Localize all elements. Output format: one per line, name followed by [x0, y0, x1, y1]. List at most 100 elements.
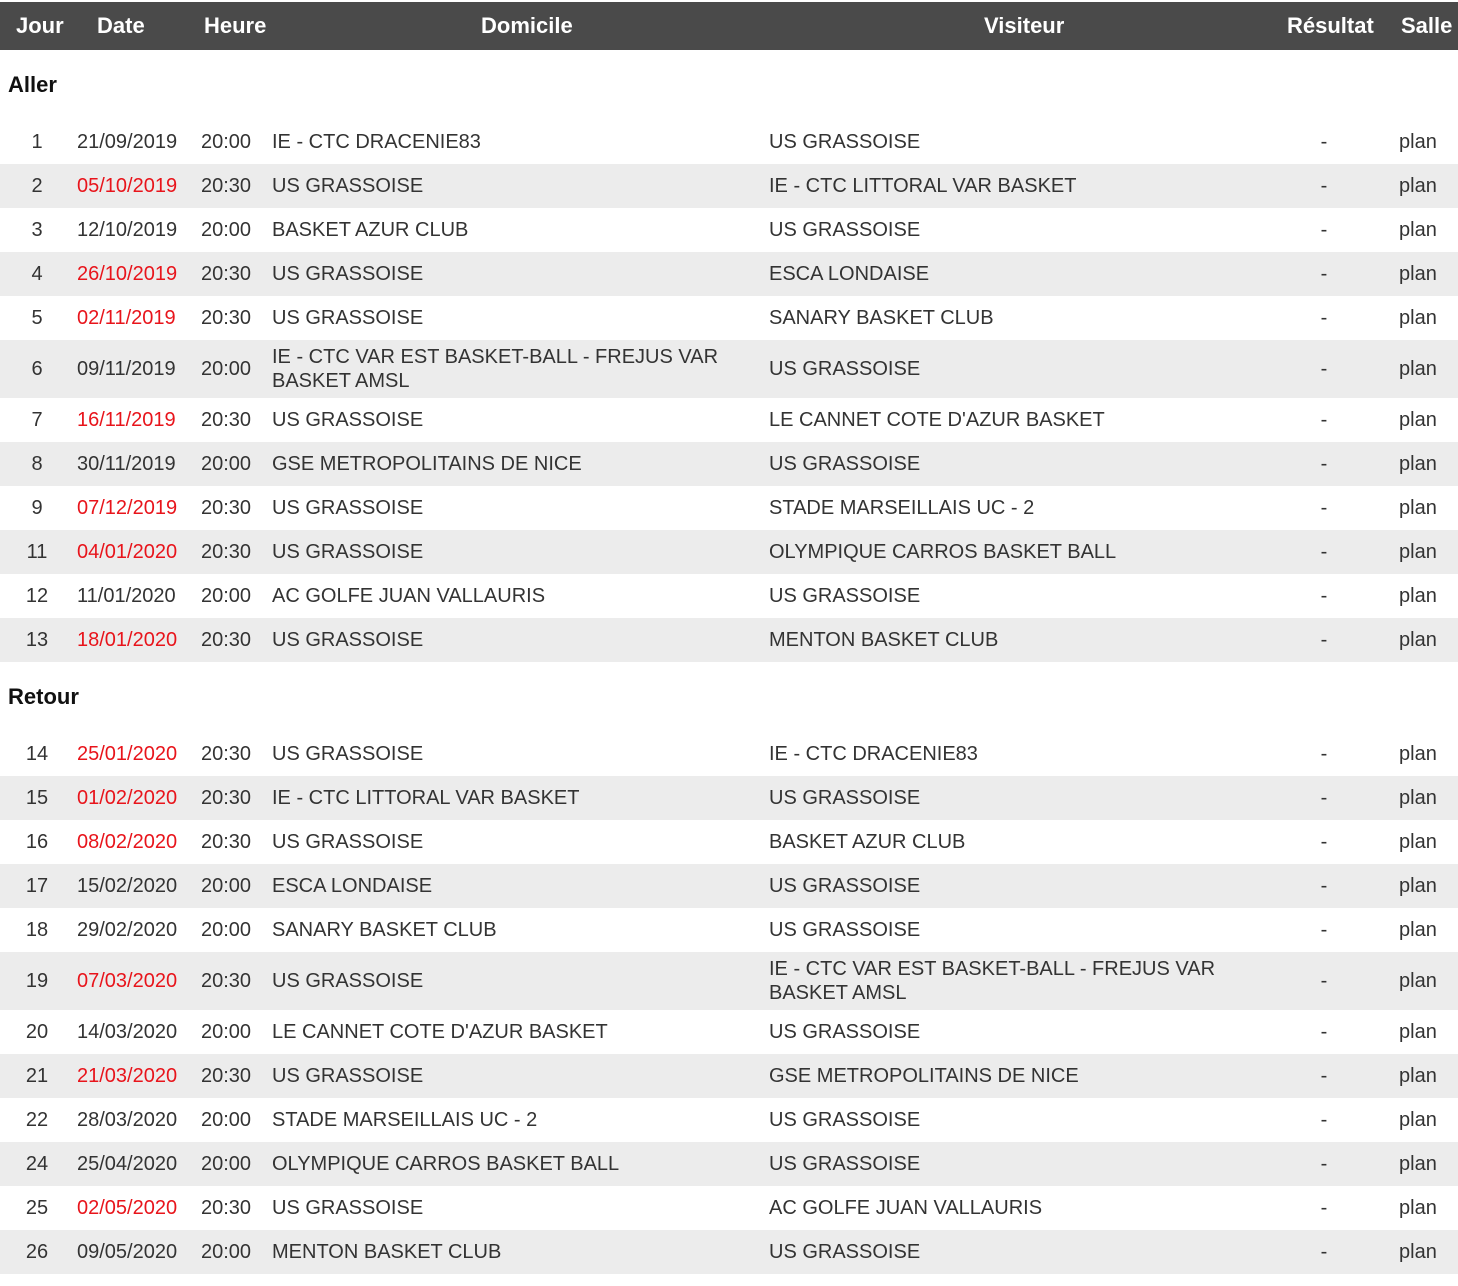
cell-heure: 20:00 — [201, 584, 252, 607]
table-row: 21 21/03/2020 20:30 US GRASSOISE GSE METROPO… — [0, 1054, 1458, 1098]
header-resultat[interactable]: Résultat — [1287, 2, 1374, 50]
cell-visiteur: US GRASSOISE — [769, 875, 921, 897]
cell-heure: 20:30 — [201, 174, 252, 197]
plan-link[interactable]: plan — [1399, 1186, 1437, 1230]
cell-domicile: US GRASSOISE — [272, 263, 424, 285]
plan-link[interactable]: plan — [1399, 442, 1437, 486]
cell-domicile: US GRASSOISE — [272, 970, 424, 992]
plan-link[interactable]: plan — [1399, 398, 1437, 442]
plan-link[interactable]: plan — [1399, 252, 1437, 296]
cell-heure: 20:00 — [201, 1240, 252, 1263]
plan-link[interactable]: plan — [1399, 486, 1437, 530]
cell-visiteur: US GRASSOISE — [769, 1109, 921, 1131]
plan-link[interactable]: plan — [1399, 296, 1437, 340]
table-row: 25 02/05/2020 20:30 US GRASSOISE AC GOLFE JU… — [0, 1186, 1458, 1230]
cell-heure: 20:00 — [201, 452, 252, 475]
cell-date: 21/03/2020 — [77, 1064, 178, 1087]
cell-domicile: US GRASSOISE — [272, 831, 424, 853]
cell-jour: 17 — [25, 874, 49, 897]
cell-heure: 20:30 — [201, 786, 252, 809]
plan-link[interactable]: plan — [1399, 1010, 1437, 1054]
plan-link[interactable]: plan — [1399, 908, 1437, 952]
cell-resultat: - — [1320, 262, 1328, 285]
cell-visiteur: US GRASSOISE — [769, 131, 921, 153]
plan-link[interactable]: plan — [1399, 530, 1437, 574]
table-row: 19 07/03/2020 20:30 US GRASSOISE IE - CTC VA… — [0, 952, 1458, 1010]
plan-link[interactable]: plan — [1399, 952, 1437, 1010]
cell-date: 09/05/2020 — [77, 1240, 178, 1263]
cell-jour: 8 — [31, 452, 43, 475]
cell-jour: 16 — [25, 830, 49, 853]
cell-jour: 20 — [25, 1020, 49, 1043]
plan-link[interactable]: plan — [1399, 1142, 1437, 1186]
cell-jour: 22 — [25, 1108, 49, 1131]
cell-domicile: US GRASSOISE — [272, 629, 424, 651]
cell-resultat: - — [1320, 357, 1328, 380]
table-row: 18 29/02/2020 20:00 SANARY BASKET CLUB US GR… — [0, 908, 1458, 952]
plan-link[interactable]: plan — [1399, 120, 1437, 164]
section-title-text: Aller — [8, 72, 57, 97]
cell-jour: 19 — [25, 969, 49, 992]
cell-resultat: - — [1320, 408, 1328, 431]
cell-date: 11/01/2020 — [77, 584, 176, 607]
plan-link[interactable]: plan — [1399, 574, 1437, 618]
table-row: 4 26/10/2019 20:30 US GRASSOISE ESCA LONDAIS… — [0, 252, 1458, 296]
cell-domicile: LE CANNET COTE D'AZUR BASKET — [272, 1021, 608, 1043]
plan-link[interactable]: plan — [1399, 164, 1437, 208]
table-header: Jour Date Heure Domicile Visiteur Résult… — [0, 2, 1458, 50]
cell-visiteur: ESCA LONDAISE — [769, 263, 930, 285]
cell-heure: 20:30 — [201, 408, 252, 431]
cell-heure: 20:30 — [201, 262, 252, 285]
cell-date: 16/11/2019 — [77, 408, 176, 431]
plan-link[interactable]: plan — [1399, 820, 1437, 864]
header-date[interactable]: Date — [97, 2, 145, 50]
cell-domicile: AC GOLFE JUAN VALLAURIS — [272, 585, 546, 607]
header-jour[interactable]: Jour — [16, 2, 64, 50]
plan-link[interactable]: plan — [1399, 618, 1437, 662]
plan-link[interactable]: plan — [1399, 732, 1437, 776]
plan-link[interactable]: plan — [1399, 1098, 1437, 1142]
plan-link[interactable]: plan — [1399, 1054, 1437, 1098]
table-row: 16 08/02/2020 20:30 US GRASSOISE BASKET AZUR… — [0, 820, 1458, 864]
cell-resultat: - — [1320, 1196, 1328, 1219]
cell-visiteur: IE - CTC LITTORAL VAR BASKET — [769, 175, 1077, 197]
table-row: 22 28/03/2020 20:00 STADE MARSEILLAIS UC - … — [0, 1098, 1458, 1142]
cell-visiteur: US GRASSOISE — [769, 1153, 921, 1175]
cell-date: 07/03/2020 — [77, 969, 178, 992]
cell-heure: 20:00 — [201, 218, 252, 241]
cell-date: 02/11/2019 — [77, 306, 176, 329]
cell-resultat: - — [1320, 130, 1328, 153]
section-title: Retour — [0, 662, 1458, 732]
table-row: 8 30/11/2019 20:00 GSE METROPOLITAINS DE NI… — [0, 442, 1458, 486]
header-domicile[interactable]: Domicile — [481, 2, 573, 50]
table-row: 14 25/01/2020 20:30 US GRASSOISE IE - CTC DR… — [0, 732, 1458, 776]
header-heure[interactable]: Heure — [204, 2, 266, 50]
cell-heure: 20:00 — [201, 1020, 252, 1043]
header-visiteur[interactable]: Visiteur — [984, 2, 1064, 50]
header-salle[interactable]: Salle — [1401, 2, 1452, 50]
table-row: 20 14/03/2020 20:00 LE CANNET COTE D'AZUR B… — [0, 1010, 1458, 1054]
cell-resultat: - — [1320, 1020, 1328, 1043]
section-retour: Retour 14 25/01/2020 20:30 US GRASSOISE IE - … — [0, 662, 1458, 1274]
cell-domicile: US GRASSOISE — [272, 1197, 424, 1219]
plan-link[interactable]: plan — [1399, 1230, 1437, 1274]
cell-jour: 14 — [25, 742, 49, 765]
cell-resultat: - — [1320, 584, 1328, 607]
plan-link[interactable]: plan — [1399, 864, 1437, 908]
plan-link[interactable]: plan — [1399, 208, 1437, 252]
cell-date: 01/02/2020 — [77, 786, 178, 809]
cell-resultat: - — [1320, 1240, 1328, 1263]
cell-jour: 5 — [31, 306, 43, 329]
cell-visiteur: US GRASSOISE — [769, 453, 921, 475]
cell-heure: 20:30 — [201, 742, 252, 765]
cell-visiteur: US GRASSOISE — [769, 219, 921, 241]
plan-link[interactable]: plan — [1399, 340, 1437, 398]
cell-resultat: - — [1320, 174, 1328, 197]
cell-heure: 20:00 — [201, 1152, 252, 1175]
cell-date: 02/05/2020 — [77, 1196, 178, 1219]
plan-link[interactable]: plan — [1399, 776, 1437, 820]
table-row: 6 09/11/2019 20:00 IE - CTC VAR EST BASKET-… — [0, 340, 1458, 398]
cell-jour: 4 — [31, 262, 43, 285]
cell-visiteur: GSE METROPOLITAINS DE NICE — [769, 1065, 1079, 1087]
cell-visiteur: MENTON BASKET CLUB — [769, 629, 999, 651]
